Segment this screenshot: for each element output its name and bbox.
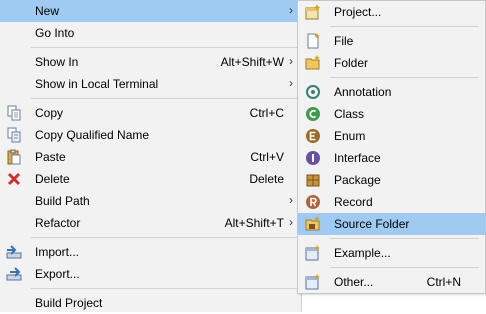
interface-icon [305, 150, 321, 166]
package-icon [305, 172, 321, 188]
submenu-arrow-icon: › [289, 76, 293, 90]
folder-icon [305, 55, 321, 71]
menu-item-go-into[interactable]: Go Into [0, 22, 301, 44]
menu-item-build-path[interactable]: Build Path › [0, 190, 301, 212]
menu-item-label: Go Into [35, 26, 75, 40]
menu-item-import[interactable]: Import... [0, 241, 301, 263]
menu-item-label: Class [334, 107, 365, 121]
submenu-item-record[interactable]: Record [298, 191, 485, 213]
menu-item-label: Other... [334, 275, 374, 289]
menu-item-label: Package [334, 173, 381, 187]
menu-separator [31, 288, 297, 289]
menu-item-show-in[interactable]: Show In Alt+Shift+W › [0, 51, 301, 73]
menu-item-label: Copy [35, 106, 64, 120]
context-menu: New › Go Into Show In Alt+Shift+W › Show… [0, 0, 302, 312]
submenu-item-source-folder[interactable]: Source Folder [298, 213, 485, 235]
import-icon [6, 244, 22, 260]
menu-separator [330, 26, 479, 27]
copy-icon [6, 105, 22, 121]
menu-item-shortcut: Ctrl+C [249, 106, 284, 120]
menu-item-shortcut: Delete [249, 172, 284, 186]
class-icon [305, 106, 321, 122]
menu-separator [330, 77, 479, 78]
paste-icon [6, 149, 22, 165]
menu-item-label: Paste [35, 150, 66, 164]
delete-icon [6, 171, 22, 187]
submenu-arrow-icon: › [289, 193, 293, 207]
menu-item-copy[interactable]: Copy Ctrl+C [0, 102, 301, 124]
menu-item-new[interactable]: New › [0, 0, 301, 22]
example-icon [305, 245, 321, 261]
enum-icon [305, 128, 321, 144]
submenu-item-class[interactable]: Class [298, 103, 485, 125]
menu-separator [31, 98, 297, 99]
menu-item-delete[interactable]: Delete Delete [0, 168, 301, 190]
menu-item-shortcut: Alt+Shift+W [220, 55, 284, 69]
menu-item-label: Refactor [35, 216, 81, 230]
submenu-item-annotation[interactable]: Annotation [298, 81, 485, 103]
menu-item-label: Import... [35, 245, 80, 259]
menu-separator [31, 47, 297, 48]
menu-item-label: Enum [334, 129, 366, 143]
menu-item-label: Export... [35, 267, 80, 281]
submenu-item-package[interactable]: Package [298, 169, 485, 191]
menu-item-show-in-local-terminal[interactable]: Show in Local Terminal › [0, 73, 301, 95]
submenu-item-enum[interactable]: Enum [298, 125, 485, 147]
menu-item-shortcut: Alt+Shift+T [224, 216, 284, 230]
menu-item-label: Example... [334, 246, 391, 260]
copy-qualified-name-icon [6, 127, 22, 143]
new-submenu: Project... File Folder Annotation Class … [297, 0, 486, 294]
submenu-item-project[interactable]: Project... [298, 1, 485, 23]
menu-item-shortcut: Ctrl+V [250, 150, 284, 164]
menu-item-paste[interactable]: Paste Ctrl+V [0, 146, 301, 168]
menu-item-label: Build Path [35, 194, 90, 208]
submenu-arrow-icon: › [289, 3, 293, 17]
submenu-item-file[interactable]: File [298, 30, 485, 52]
menu-item-label: File [334, 34, 354, 48]
other-icon [305, 274, 321, 290]
menu-separator [330, 238, 479, 239]
menu-item-label: Show In [35, 55, 79, 69]
menu-item-label: Build Project [35, 296, 103, 310]
menu-item-label: Delete [35, 172, 70, 186]
submenu-item-other[interactable]: Other... Ctrl+N [298, 271, 485, 293]
menu-item-label: Source Folder [334, 217, 410, 231]
export-icon [6, 266, 22, 282]
menu-item-label: Project... [334, 5, 382, 19]
new-project-icon [305, 4, 321, 20]
menu-item-label: New [35, 4, 60, 18]
source-folder-icon [305, 216, 321, 232]
menu-item-shortcut: Ctrl+N [426, 275, 461, 289]
menu-item-label: Folder [334, 56, 369, 70]
menu-item-label: Show in Local Terminal [35, 77, 159, 91]
file-icon [305, 33, 321, 49]
annotation-icon [305, 84, 321, 100]
menu-item-build-project[interactable]: Build Project [0, 292, 301, 314]
menu-item-copy-qualified-name[interactable]: Copy Qualified Name [0, 124, 301, 146]
menu-item-label: Interface [334, 151, 381, 165]
menu-item-label: Record [334, 195, 373, 209]
menu-item-label: Annotation [334, 85, 392, 99]
submenu-item-example[interactable]: Example... [298, 242, 485, 264]
menu-separator [330, 267, 479, 268]
menu-item-export[interactable]: Export... [0, 263, 301, 285]
submenu-arrow-icon: › [289, 215, 293, 229]
menu-item-label: Copy Qualified Name [35, 128, 150, 142]
record-icon [305, 194, 321, 210]
submenu-arrow-icon: › [289, 54, 293, 68]
menu-item-refactor[interactable]: Refactor Alt+Shift+T › [0, 212, 301, 234]
submenu-item-folder[interactable]: Folder [298, 52, 485, 74]
menu-separator [31, 237, 297, 238]
submenu-item-interface[interactable]: Interface [298, 147, 485, 169]
